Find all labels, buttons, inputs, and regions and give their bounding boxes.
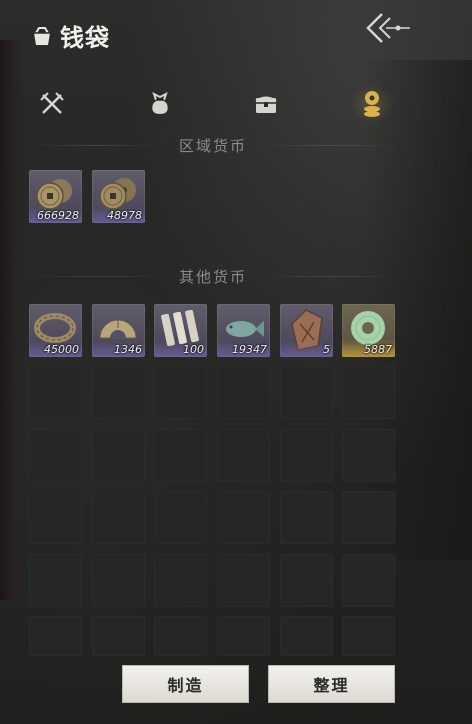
empty-slot[interactable]: [280, 366, 333, 419]
empty-slot[interactable]: [92, 616, 145, 656]
empty-slot[interactable]: [92, 554, 145, 607]
background-pillar: [0, 40, 26, 600]
divider-line: [261, 275, 399, 277]
empty-slot[interactable]: [342, 366, 395, 419]
page-title: 钱袋: [60, 24, 110, 52]
empty-slot[interactable]: [280, 554, 333, 607]
currency-slot[interactable]: 48978: [92, 170, 145, 223]
empty-slot[interactable]: [29, 491, 82, 544]
empty-slot[interactable]: [154, 616, 207, 656]
empty-slot[interactable]: [29, 366, 82, 419]
item-quantity: 666928: [37, 209, 79, 222]
empty-slot[interactable]: [154, 491, 207, 544]
coins-icon: [364, 91, 380, 117]
title-wrap: 钱袋: [30, 18, 110, 53]
currency-slot[interactable]: 19347: [217, 304, 270, 357]
empty-slot[interactable]: [280, 429, 333, 482]
tab-storage[interactable]: [244, 84, 288, 124]
empty-slot[interactable]: [29, 429, 82, 482]
empty-slot[interactable]: [217, 616, 270, 656]
craft-button[interactable]: 制造: [122, 665, 249, 703]
empty-slot[interactable]: [154, 366, 207, 419]
item-quantity: 45000: [44, 343, 79, 356]
item-quantity: 5: [323, 343, 330, 356]
empty-slot[interactable]: [154, 429, 207, 482]
empty-slot[interactable]: [342, 429, 395, 482]
chest-icon: [255, 96, 277, 113]
pouch-icon: [33, 26, 51, 45]
back-arrow-icon[interactable]: [362, 8, 414, 48]
empty-slot[interactable]: [342, 491, 395, 544]
pouch-icon: [152, 92, 168, 114]
empty-slot[interactable]: [280, 616, 333, 656]
sort-button[interactable]: 整理: [268, 665, 395, 703]
empty-slot[interactable]: [92, 366, 145, 419]
empty-slot[interactable]: [92, 491, 145, 544]
empty-slot[interactable]: [342, 554, 395, 607]
empty-slot[interactable]: [217, 429, 270, 482]
section-title-regional: 区域货币: [28, 134, 399, 156]
tab-bar: [28, 84, 398, 126]
divider-line: [28, 275, 165, 277]
empty-slot[interactable]: [280, 491, 333, 544]
item-quantity: 48978: [107, 209, 142, 222]
header: 钱袋: [0, 0, 472, 68]
divider-line: [261, 144, 399, 146]
currency-slot[interactable]: 5: [280, 304, 333, 357]
section-label: 其他货币: [179, 267, 248, 286]
tab-bag[interactable]: [138, 84, 182, 124]
section-label: 区域货币: [179, 136, 248, 155]
empty-slot[interactable]: [217, 554, 270, 607]
empty-slot[interactable]: [154, 554, 207, 607]
empty-slot[interactable]: [92, 429, 145, 482]
item-quantity: 1346: [114, 343, 142, 356]
empty-slot[interactable]: [217, 366, 270, 419]
tab-equipment[interactable]: [30, 84, 74, 124]
empty-slot[interactable]: [342, 616, 395, 656]
swords-icon: [40, 92, 64, 114]
divider-line: [28, 144, 165, 146]
currency-slot[interactable]: 45000: [29, 304, 82, 357]
currency-slot[interactable]: 5887: [342, 304, 395, 357]
currency-slot[interactable]: 666928: [29, 170, 82, 223]
item-quantity: 100: [183, 343, 204, 356]
currency-slot[interactable]: 1346: [92, 304, 145, 357]
empty-slot[interactable]: [29, 554, 82, 607]
section-title-other: 其他货币: [28, 265, 399, 287]
currency-slot[interactable]: 100: [154, 304, 207, 357]
tab-currency[interactable]: [350, 84, 394, 124]
item-quantity: 19347: [232, 343, 267, 356]
item-quantity: 5887: [364, 343, 392, 356]
empty-slot[interactable]: [29, 616, 82, 656]
empty-slot[interactable]: [217, 491, 270, 544]
